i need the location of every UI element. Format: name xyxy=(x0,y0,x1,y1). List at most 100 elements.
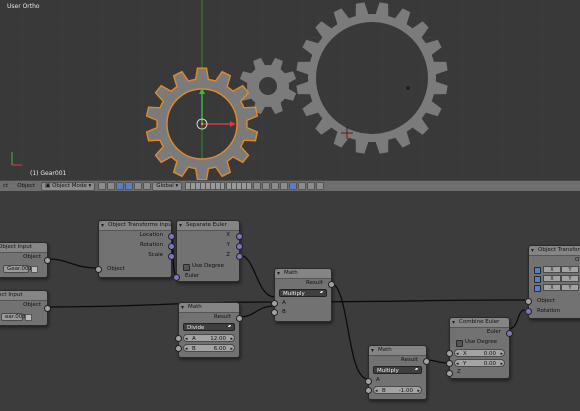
shading-icon[interactable] xyxy=(98,182,107,190)
cell-x-3[interactable]: X xyxy=(543,284,561,291)
orientation-label: Global xyxy=(156,182,174,189)
socket-location[interactable] xyxy=(168,233,175,240)
object-picker-value: ear.003 xyxy=(5,314,26,320)
menu-select[interactable]: ct xyxy=(0,183,11,190)
cell-x-1[interactable]: X xyxy=(543,266,561,273)
cell-y-1[interactable]: Y xyxy=(561,266,579,273)
socket-z[interactable] xyxy=(446,370,453,377)
menu-object[interactable]: Object xyxy=(14,183,38,190)
socket-y[interactable] xyxy=(236,243,243,250)
socket-result[interactable] xyxy=(236,315,243,322)
manipulator-toggle-icon[interactable] xyxy=(116,182,125,190)
toggle-2[interactable] xyxy=(534,276,541,283)
socket-rotation-in[interactable] xyxy=(525,308,532,315)
rotate-icon[interactable] xyxy=(134,182,143,190)
cell-y-3[interactable]: Y xyxy=(561,284,579,291)
socket-x[interactable] xyxy=(446,350,453,357)
socket-result[interactable] xyxy=(328,281,335,288)
input-b-field[interactable]: B 6.00 xyxy=(183,344,235,353)
link-object2-otout xyxy=(46,301,276,308)
socket-z[interactable] xyxy=(236,253,243,260)
layer-grid-icon-2[interactable] xyxy=(226,182,253,190)
object-picker[interactable]: ear.003 xyxy=(1,313,26,321)
socket-rotation[interactable] xyxy=(168,243,175,250)
node-editor[interactable]: Object Input Object Gear.001 ect Input O… xyxy=(0,191,580,411)
output-y: Y xyxy=(226,242,230,248)
operation-dropdown[interactable]: Divide xyxy=(183,323,235,331)
node-combine-euler[interactable]: Combine Euler Euler Use Degree X 0.00 Y … xyxy=(446,317,513,379)
socket-b[interactable] xyxy=(365,387,372,394)
socket-object-in[interactable] xyxy=(95,266,102,273)
proportional-icon[interactable] xyxy=(280,182,289,190)
input-euler: Euler xyxy=(185,273,200,279)
node-object-input-2[interactable]: ect Input Object ear.003 xyxy=(0,290,51,326)
use-degree-label: Use Degree xyxy=(192,263,225,269)
socket-object-in[interactable] xyxy=(525,298,532,305)
output-euler: Euler xyxy=(486,329,501,335)
output-result: Result xyxy=(306,280,323,286)
render-layer-icon[interactable] xyxy=(253,182,262,190)
overlay-icon[interactable] xyxy=(289,182,298,190)
input-a-label: A xyxy=(192,336,196,342)
socket-euler-in[interactable] xyxy=(173,274,180,281)
socket-euler-out[interactable] xyxy=(506,330,513,337)
mode-label: Object Mode xyxy=(52,182,87,189)
input-b-field[interactable]: B -1.00 xyxy=(373,386,422,395)
snap-icon[interactable] xyxy=(262,182,271,190)
output-result: Result xyxy=(214,314,231,320)
link-multiply-multiply xyxy=(329,282,369,380)
node-title: Math xyxy=(179,303,239,313)
use-degree-checkbox[interactable] xyxy=(456,340,463,347)
node-math-divide[interactable]: Math Result Divide A 12.00 B 6.00 xyxy=(175,302,243,358)
socket-x[interactable] xyxy=(236,233,243,240)
operation-dropdown[interactable]: Multiply xyxy=(279,289,327,297)
view-label: User Ortho xyxy=(7,3,40,10)
node-separate-euler[interactable]: Separate Euler X Y Z Use Degree Euler xyxy=(173,220,243,282)
snap-element-icon[interactable] xyxy=(271,182,280,190)
toggle-1[interactable] xyxy=(534,267,541,274)
socket-result[interactable] xyxy=(423,358,430,365)
input-a-field[interactable]: A 12.00 xyxy=(183,334,235,343)
input-x-field[interactable]: X 0.00 xyxy=(454,349,505,358)
pivot-icon[interactable] xyxy=(107,182,116,190)
node-object-transforms-input[interactable]: Object Transforms Input Location Rotatio… xyxy=(95,220,175,278)
picker-clear-icon[interactable] xyxy=(25,314,32,321)
scale-icon[interactable] xyxy=(143,182,152,190)
output-socket[interactable] xyxy=(44,305,51,312)
mode-dropdown[interactable]: ▣ Object Mode ▾ xyxy=(41,181,96,191)
node-math-multiply-2[interactable]: Math Result Multiply A B -1.00 xyxy=(365,345,430,400)
node-object-input-1[interactable]: Object Input Object Gear.001 xyxy=(0,242,51,278)
cell-x-2[interactable]: X xyxy=(543,275,561,282)
node-title: Object Transforms Input xyxy=(99,221,171,231)
lock-icon[interactable] xyxy=(316,182,325,190)
active-object-label: (1) Gear001 xyxy=(30,170,67,177)
node-object-transforms-output[interactable]: Object Transforms Out Ol X Y X Y X Y Obj… xyxy=(525,245,580,319)
socket-scale[interactable] xyxy=(168,253,175,260)
socket-a[interactable] xyxy=(365,378,372,385)
input-b-label: B xyxy=(192,346,196,352)
use-degree-label: Use Degree xyxy=(465,339,498,345)
orientation-dropdown[interactable]: Global ▾ xyxy=(152,181,183,191)
operation-dropdown[interactable]: Multiply xyxy=(373,366,422,374)
picker-clear-icon[interactable] xyxy=(31,266,38,273)
layer-grid-icon[interactable] xyxy=(185,182,226,190)
object-picker[interactable]: Gear.001 xyxy=(3,265,32,273)
output-result: Result xyxy=(401,357,418,363)
render-icon[interactable] xyxy=(298,182,307,190)
input-y-field[interactable]: Y 0.00 xyxy=(454,359,505,368)
toggle-3[interactable] xyxy=(534,285,541,292)
node-title: ect Input xyxy=(0,291,47,301)
camera-icon[interactable] xyxy=(307,182,316,190)
socket-y[interactable] xyxy=(446,360,453,367)
socket-a[interactable] xyxy=(175,335,182,342)
use-degree-checkbox[interactable] xyxy=(183,264,190,271)
output-socket[interactable] xyxy=(44,257,51,264)
socket-b[interactable] xyxy=(271,309,278,316)
socket-b[interactable] xyxy=(175,345,182,352)
3d-viewport[interactable]: User Ortho (1) Gear001 xyxy=(0,0,580,180)
socket-a[interactable] xyxy=(271,300,278,307)
cell-y-2[interactable]: Y xyxy=(561,275,579,282)
translate-icon[interactable] xyxy=(125,182,134,190)
origin-dot xyxy=(404,84,412,92)
node-math-multiply-1[interactable]: Math Result Multiply A B xyxy=(271,268,335,322)
